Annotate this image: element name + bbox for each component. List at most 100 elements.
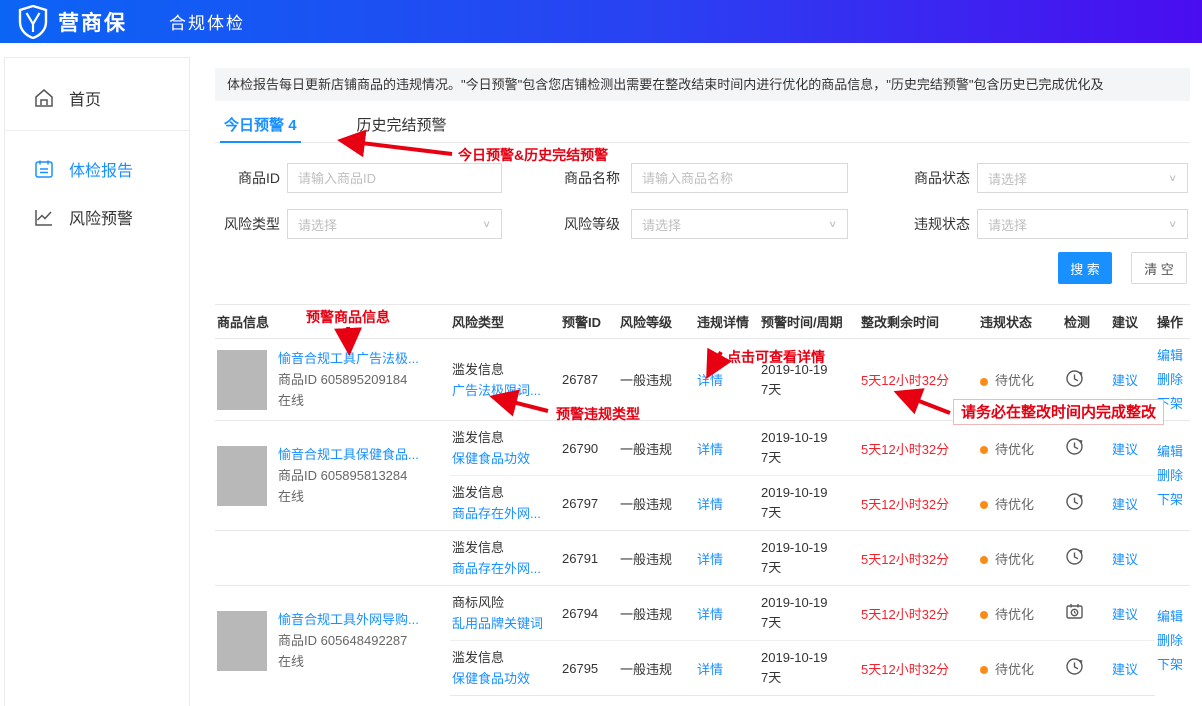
detail-link[interactable]: 详情 bbox=[697, 442, 723, 457]
sidebar-item-home[interactable]: 首页 bbox=[5, 74, 189, 122]
risk-detail-link[interactable]: 广告法极限词... bbox=[452, 380, 558, 401]
product-cell: 愉音合规工具保健食品... 商品ID 605895813284 在线 bbox=[217, 444, 448, 507]
product-status: 在线 bbox=[278, 390, 419, 411]
annotation-tabs: 今日预警&历史完结预警 bbox=[458, 145, 608, 165]
filter-label-product-name: 商品名称 bbox=[550, 163, 620, 193]
risk-chart-icon bbox=[33, 206, 55, 228]
filter-label-violation-status: 违规状态 bbox=[900, 209, 970, 239]
alert-id: 26797 bbox=[560, 476, 618, 531]
risk-level: 一般违规 bbox=[618, 531, 695, 586]
col-violation-detail: 违规详情 bbox=[695, 305, 759, 339]
status-dot bbox=[980, 666, 988, 674]
clock-icon[interactable] bbox=[1064, 436, 1085, 457]
brand-shield-logo-icon bbox=[18, 5, 48, 39]
suggestion-link[interactable]: 建议 bbox=[1112, 552, 1138, 567]
alert-cycle: 7天 bbox=[761, 503, 857, 523]
detail-link[interactable]: 详情 bbox=[697, 552, 723, 567]
risk-level: 一般违规 bbox=[618, 641, 695, 696]
status-text: 待优化 bbox=[995, 662, 1034, 677]
suggestion-link[interactable]: 建议 bbox=[1112, 497, 1138, 512]
risk-detail-link[interactable]: 保健食品功效 bbox=[452, 448, 558, 469]
home-icon bbox=[33, 87, 55, 109]
clear-button[interactable]: 清 空 bbox=[1131, 252, 1187, 284]
suggestion-link[interactable]: 建议 bbox=[1112, 373, 1138, 388]
product-title-link[interactable]: 愉音合规工具保健食品... bbox=[278, 444, 419, 465]
col-remaining-time: 整改剩余时间 bbox=[859, 305, 978, 339]
alert-date: 2019-10-19 bbox=[761, 593, 857, 613]
delete-link[interactable]: 删除 bbox=[1157, 370, 1188, 390]
filter-label-product-status: 商品状态 bbox=[900, 163, 970, 193]
delete-link[interactable]: 删除 bbox=[1157, 466, 1188, 486]
edit-link[interactable]: 编辑 bbox=[1157, 607, 1188, 627]
product-status: 在线 bbox=[278, 486, 419, 507]
clock-icon[interactable] bbox=[1064, 368, 1085, 389]
tab-bar: 今日预警 4 历史完结预警 bbox=[215, 108, 1190, 143]
table-row: 愉音合规工具保健食品... 商品ID 605895813284 在线 滥发信息 … bbox=[215, 421, 1190, 476]
search-button[interactable]: 搜 索 bbox=[1058, 252, 1112, 284]
product-name-input[interactable] bbox=[631, 163, 848, 193]
remaining-time: 5天12小时32分 bbox=[861, 662, 949, 677]
clock-icon[interactable] bbox=[1064, 546, 1085, 567]
risk-detail-link[interactable]: 商品存在外网... bbox=[452, 558, 558, 579]
sidebar-item-risk[interactable]: 风险预警 bbox=[5, 193, 189, 241]
calendar-clock-icon[interactable] bbox=[1064, 601, 1085, 622]
product-status-select[interactable]: 请选择 ∨ bbox=[977, 163, 1188, 193]
col-violation-status: 违规状态 bbox=[978, 305, 1062, 339]
tab-today-alerts[interactable]: 今日预警 4 bbox=[220, 108, 301, 142]
tab-label: 今日预警 bbox=[224, 117, 284, 134]
select-placeholder: 请选择 bbox=[988, 215, 1027, 234]
detail-link[interactable]: 详情 bbox=[697, 373, 723, 388]
sidebar-item-report[interactable]: 体检报告 bbox=[5, 145, 189, 193]
detail-link[interactable]: 详情 bbox=[697, 662, 723, 677]
status-text: 待优化 bbox=[995, 607, 1034, 622]
clock-icon[interactable] bbox=[1064, 656, 1085, 677]
alert-cycle: 7天 bbox=[761, 613, 857, 633]
tab-history-alerts[interactable]: 历史完结预警 bbox=[353, 108, 451, 142]
alert-date: 2019-10-19 bbox=[761, 428, 857, 448]
product-id: 商品ID 605648492287 bbox=[278, 630, 419, 651]
chevron-down-icon: ∨ bbox=[1168, 218, 1177, 229]
remaining-time: 5天12小时32分 bbox=[861, 497, 949, 512]
suggestion-link[interactable]: 建议 bbox=[1112, 662, 1138, 677]
risk-level-select[interactable]: 请选择 ∨ bbox=[631, 209, 848, 239]
clock-icon[interactable] bbox=[1064, 491, 1085, 512]
product-title-link[interactable]: 愉音合规工具外网导购... bbox=[278, 609, 419, 630]
detail-link[interactable]: 详情 bbox=[697, 497, 723, 512]
chevron-down-icon: ∨ bbox=[828, 218, 837, 229]
takedown-link[interactable]: 下架 bbox=[1157, 490, 1188, 510]
risk-type-select[interactable]: 请选择 ∨ bbox=[287, 209, 502, 239]
alert-date: 2019-10-19 bbox=[761, 483, 857, 503]
risk-category: 滥发信息 bbox=[452, 482, 558, 503]
tab-count-badge: 4 bbox=[288, 117, 296, 134]
alert-id: 26795 bbox=[560, 641, 618, 696]
alert-date: 2019-10-19 bbox=[761, 538, 857, 558]
edit-link[interactable]: 编辑 bbox=[1157, 442, 1188, 462]
risk-detail-link[interactable]: 保健食品功效 bbox=[452, 668, 558, 689]
report-icon bbox=[33, 158, 55, 180]
delete-link[interactable]: 删除 bbox=[1157, 631, 1188, 651]
select-placeholder: 请选择 bbox=[298, 215, 337, 234]
risk-category: 滥发信息 bbox=[452, 647, 558, 668]
alert-cycle: 7天 bbox=[761, 558, 857, 578]
suggestion-link[interactable]: 建议 bbox=[1112, 607, 1138, 622]
tab-label: 历史完结预警 bbox=[357, 117, 447, 134]
app-name: 合规体检 bbox=[169, 9, 245, 34]
detail-link[interactable]: 详情 bbox=[697, 607, 723, 622]
annotation-detail: 点击可查看详情 bbox=[727, 347, 825, 367]
violation-status-select[interactable]: 请选择 ∨ bbox=[977, 209, 1188, 239]
status-text: 待优化 bbox=[995, 442, 1034, 457]
takedown-link[interactable]: 下架 bbox=[1157, 655, 1188, 675]
product-cell-empty bbox=[215, 531, 450, 586]
product-id-input[interactable] bbox=[287, 163, 502, 193]
suggestion-link[interactable]: 建议 bbox=[1112, 442, 1138, 457]
info-banner: 体检报告每日更新店铺商品的违规情况。"今日预警"包含您店铺检测出需要在整改结束时… bbox=[215, 68, 1190, 101]
col-actions: 操作 bbox=[1155, 305, 1190, 339]
alert-id: 26794 bbox=[560, 586, 618, 641]
col-risk-type: 风险类型 bbox=[450, 305, 560, 339]
edit-link[interactable]: 编辑 bbox=[1157, 346, 1188, 366]
filter-label-risk-type: 风险类型 bbox=[210, 209, 280, 239]
alerts-table: 商品信息 风险类型 预警ID 风险等级 违规详情 预警时间/周期 整改剩余时间 … bbox=[215, 304, 1190, 696]
product-title-link[interactable]: 愉音合规工具广告法极... bbox=[278, 348, 419, 369]
risk-detail-link[interactable]: 乱用品牌关键词 bbox=[452, 613, 558, 634]
risk-detail-link[interactable]: 商品存在外网... bbox=[452, 503, 558, 524]
